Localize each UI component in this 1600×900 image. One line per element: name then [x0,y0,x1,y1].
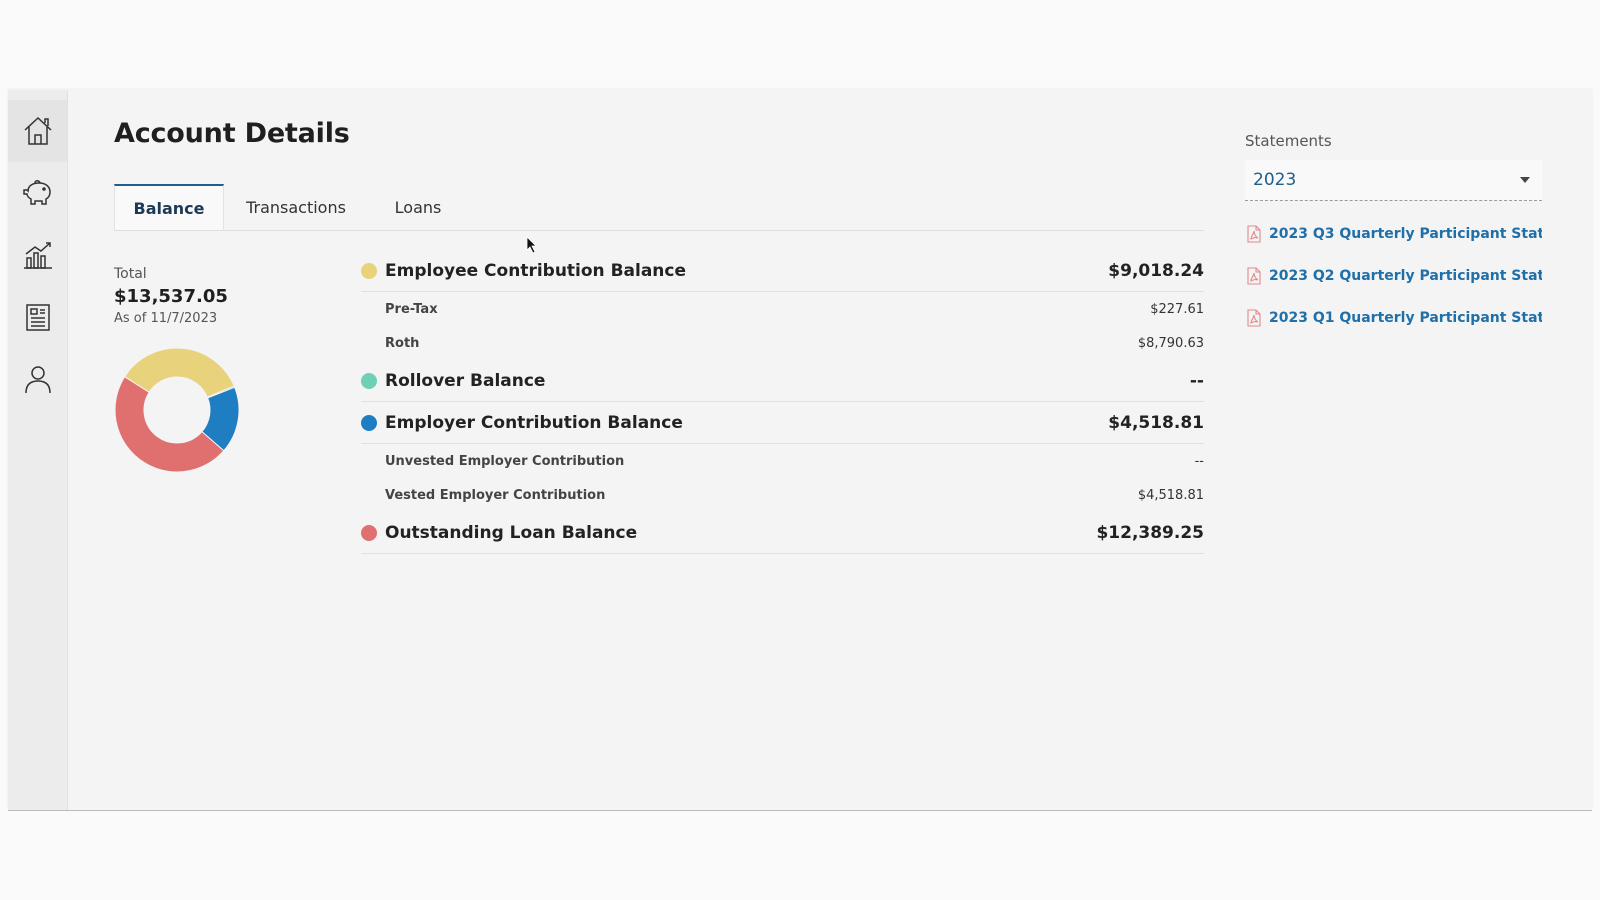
statement-list: 2023 Q3 Quarterly Participant State... 2… [1245,213,1542,339]
tab-loans[interactable]: Loans [370,184,466,230]
total-value: $13,537.05 [114,286,228,307]
statement-link-q2[interactable]: 2023 Q2 Quarterly Participant State... [1245,255,1542,297]
nav-investments[interactable] [8,224,67,286]
balance-row-employee: Employee Contribution Balance $9,018.24 [361,250,1204,292]
subbalance-row: Vested Employer Contribution $4,518.81 [361,478,1204,512]
tab-balance[interactable]: Balance [114,184,224,230]
nav-documents[interactable] [8,286,67,348]
subbalance-label: Roth [385,335,420,351]
balance-row-loan: Outstanding Loan Balance $12,389.25 [361,512,1204,554]
balance-row-rollover: Rollover Balance -- [361,360,1204,402]
statements-title: Statements [1245,132,1332,150]
total-summary: Total $13,537.05 As of 11/7/2023 [114,266,228,326]
statement-link-label: 2023 Q3 Quarterly Participant State... [1269,226,1542,242]
employee-color-dot [361,262,377,279]
balance-label: Outstanding Loan Balance [385,522,638,543]
balance-value: $9,018.24 [1108,260,1204,281]
app-window: Account Details Balance Transactions Loa… [8,90,1592,811]
statement-link-q1[interactable]: 2023 Q1 Quarterly Participant State... [1245,297,1542,339]
balance-row-employer: Employer Contribution Balance $4,518.81 [361,402,1204,444]
piggy-bank-icon [22,180,51,205]
selected-year: 2023 [1253,170,1297,190]
balance-value: -- [1189,370,1204,391]
as-of-date: As of 11/7/2023 [114,311,218,326]
rollover-color-dot [361,372,377,389]
pdf-icon [1247,225,1261,243]
total-label: Total [114,266,147,282]
year-select[interactable]: 2023 [1245,160,1542,201]
subbalance-value: $227.61 [1150,301,1204,317]
balance-value: $12,389.25 [1096,522,1204,543]
nav-savings[interactable] [8,162,67,224]
statement-link-label: 2023 Q1 Quarterly Participant State... [1269,310,1542,326]
subbalance-value: -- [1194,453,1204,469]
subbalance-row: Pre-Tax $227.61 [361,292,1204,326]
pdf-icon [1247,309,1261,327]
balance-value: $4,518.81 [1108,412,1204,433]
page-title: Account Details [114,118,350,149]
user-icon [24,366,51,394]
balance-label: Employee Contribution Balance [385,260,687,281]
balance-list: Employee Contribution Balance $9,018.24 … [361,250,1204,554]
sidebar [8,90,68,810]
statements-panel: Statements 2023 2023 Q3 Quarterly Partic… [1245,132,1542,339]
subbalance-row: Roth $8,790.63 [361,326,1204,360]
subbalance-value: $8,790.63 [1137,335,1204,351]
mouse-cursor-icon [526,236,537,254]
balance-donut-chart [114,347,240,473]
loan-color-dot [361,524,377,541]
nav-home[interactable] [8,100,67,162]
subbalance-row: Unvested Employer Contribution -- [361,444,1204,478]
pdf-icon [1247,267,1261,285]
subbalance-label: Pre-Tax [385,301,438,317]
tab-bar: Balance Transactions Loans [114,184,1204,231]
nav-profile[interactable] [8,348,67,410]
tab-transactions[interactable]: Transactions [234,184,358,230]
statement-link-q3[interactable]: 2023 Q3 Quarterly Participant State... [1245,213,1542,255]
balance-label: Rollover Balance [385,370,546,391]
document-icon [25,304,50,331]
subbalance-value: $4,518.81 [1137,487,1204,503]
home-icon [23,116,52,145]
employer-color-dot [361,414,377,431]
chart-icon [23,242,52,269]
chevron-down-icon [1520,177,1530,183]
balance-label: Employer Contribution Balance [385,412,683,433]
subbalance-label: Unvested Employer Contribution [385,453,625,469]
subbalance-label: Vested Employer Contribution [385,487,606,503]
statement-link-label: 2023 Q2 Quarterly Participant State... [1269,268,1542,284]
